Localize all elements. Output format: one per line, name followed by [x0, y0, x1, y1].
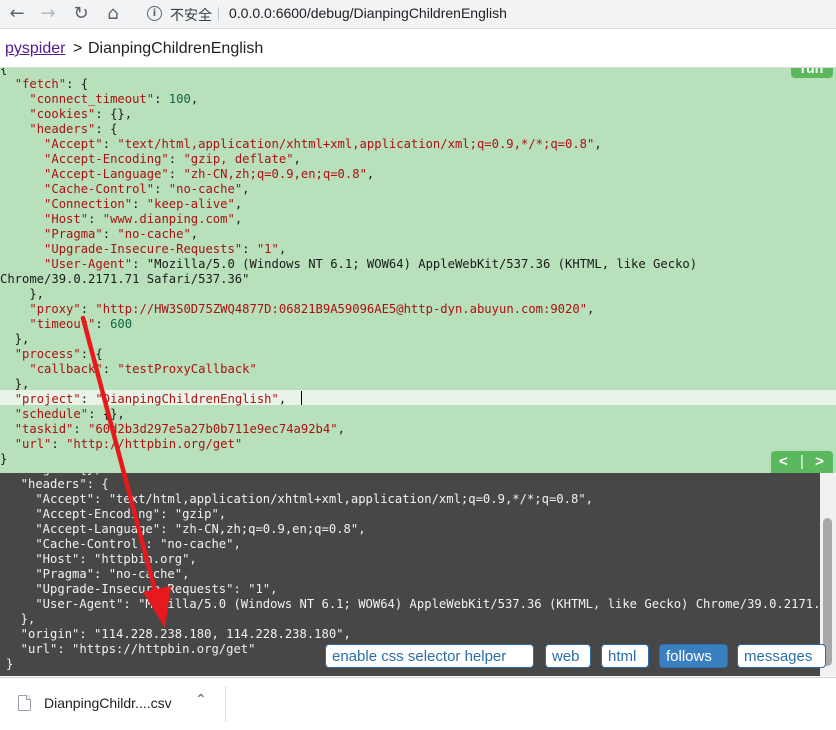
browser-toolbar: ← → ↻ ⌂ i 不安全 0.0.0.0:6600/debug/Dianpin… [0, 0, 836, 29]
css-selector-helper-button[interactable]: enable css selector helper [325, 644, 534, 668]
prev-button[interactable]: < [779, 453, 788, 470]
code-line: "headers": { [29, 122, 118, 136]
code-line: }, [0, 332, 30, 346]
code-line: "Host": "www.dianping.com", [44, 212, 243, 226]
tab-messages[interactable]: messages [737, 644, 826, 668]
code-line: "timeout": 600 [29, 317, 133, 331]
breadcrumb-root-link[interactable]: pyspider [5, 40, 65, 58]
code-line: "taskid": "60d2b3d297e5a27b0b711e9ec74a9… [14, 422, 345, 436]
code-line: "Accept-Encoding": "gzip, deflate", [44, 152, 301, 166]
code-line: "Pragma": "no-cache", [44, 227, 199, 241]
file-icon [18, 695, 31, 711]
code-line: "proxy": "http://HW3S0D75ZWQ4877D:06821B… [29, 302, 595, 316]
code-line: "Upgrade-Insecure-Requests": "1", [6, 582, 278, 596]
task-json-code[interactable]: { "fetch": { "connect_timeout": 100, "co… [0, 68, 697, 467]
download-shelf: DianpingChildr....csv ⌃ [0, 677, 836, 730]
page-header: pyspider > DianpingChildrenEnglish [0, 29, 836, 68]
code-line: "Accept-Language": "zh-CN,zh;q=0.9,en;q=… [44, 167, 375, 181]
output-json-code: "args": {}, "headers": { "Accept": "text… [6, 473, 820, 672]
text-cursor [301, 391, 302, 405]
code-line: "Host": "httpbin.org", [6, 552, 197, 566]
code-line: "Accept-Encoding": "gzip", [6, 507, 227, 521]
code-line: "url": "http://httpbin.org/get" [14, 437, 243, 451]
pager-separator: | [800, 453, 804, 470]
forward-arrow-icon[interactable]: → [36, 2, 60, 26]
code-line: "User-Agent": "Mozilla/5.0 (Windows NT 6… [35, 597, 820, 611]
code-line: "callback": "testProxyCallback" [29, 362, 257, 376]
url-divider [218, 7, 219, 21]
code-line: "Connection": "keep-alive", [44, 197, 243, 211]
code-line: "project": "DianpingChildrenEnglish", [14, 392, 287, 406]
code-line: "Upgrade-Insecure-Requests": "1", [44, 242, 287, 256]
code-line: }, [6, 612, 36, 626]
code-line: }, [0, 377, 30, 391]
code-line: "Pragma": "no-cache", [6, 567, 190, 581]
code-line: "fetch": { [14, 77, 89, 91]
code-line: "schedule": {}, [14, 407, 125, 421]
chevron-up-icon[interactable]: ⌃ [195, 692, 207, 708]
code-line: "origin": "114.228.238.180, 114.228.238.… [6, 627, 351, 641]
code-line: "connect_timeout": 100, [29, 92, 199, 106]
code-line: Chrome/39.0.2171.71 Safari/537.36" [0, 272, 250, 286]
security-label[interactable]: 不安全 [170, 5, 212, 25]
tab-follows[interactable]: follows [659, 644, 728, 668]
code-line: } [0, 452, 8, 466]
code-line: "Cache-Control": "no-cache", [6, 537, 241, 551]
code-line: "cookies": {}, [29, 107, 133, 121]
code-line: "Accept-Language": "zh-CN,zh;q=0.9,en;q=… [6, 522, 366, 536]
download-divider [225, 686, 226, 722]
breadcrumb-project: DianpingChildrenEnglish [88, 40, 264, 57]
back-arrow-icon[interactable]: ← [5, 2, 29, 26]
run-button[interactable]: run [791, 68, 833, 78]
breadcrumb-separator: > [73, 40, 83, 57]
tab-web[interactable]: web [545, 644, 591, 668]
home-icon[interactable]: ⌂ [101, 2, 125, 26]
code-line: "Cache-Control": "no-cache", [44, 182, 250, 196]
address-bar[interactable]: 0.0.0.0:6600/debug/DianpingChildrenEngli… [229, 5, 507, 21]
tab-html[interactable]: html [601, 644, 649, 668]
info-icon[interactable]: i [147, 6, 162, 21]
download-file-name[interactable]: DianpingChildr....csv [44, 695, 172, 711]
next-button[interactable]: > [815, 453, 824, 470]
task-editor[interactable]: { "fetch": { "connect_timeout": 100, "co… [0, 68, 836, 473]
code-line: "Accept": "text/html,application/xhtml+x… [6, 492, 593, 506]
code-line: { [0, 68, 8, 76]
reload-icon[interactable]: ↻ [69, 2, 93, 26]
code-line: "process": { [14, 347, 103, 361]
history-pager: < | > [771, 451, 833, 473]
code-line: "headers": { [6, 477, 109, 491]
code-line: "User-Agent": "Mozilla/5.0 (Windows NT 6… [44, 257, 698, 271]
code-line: }, [0, 287, 45, 301]
code-line: "Accept": "text/html,application/xhtml+x… [44, 137, 602, 151]
